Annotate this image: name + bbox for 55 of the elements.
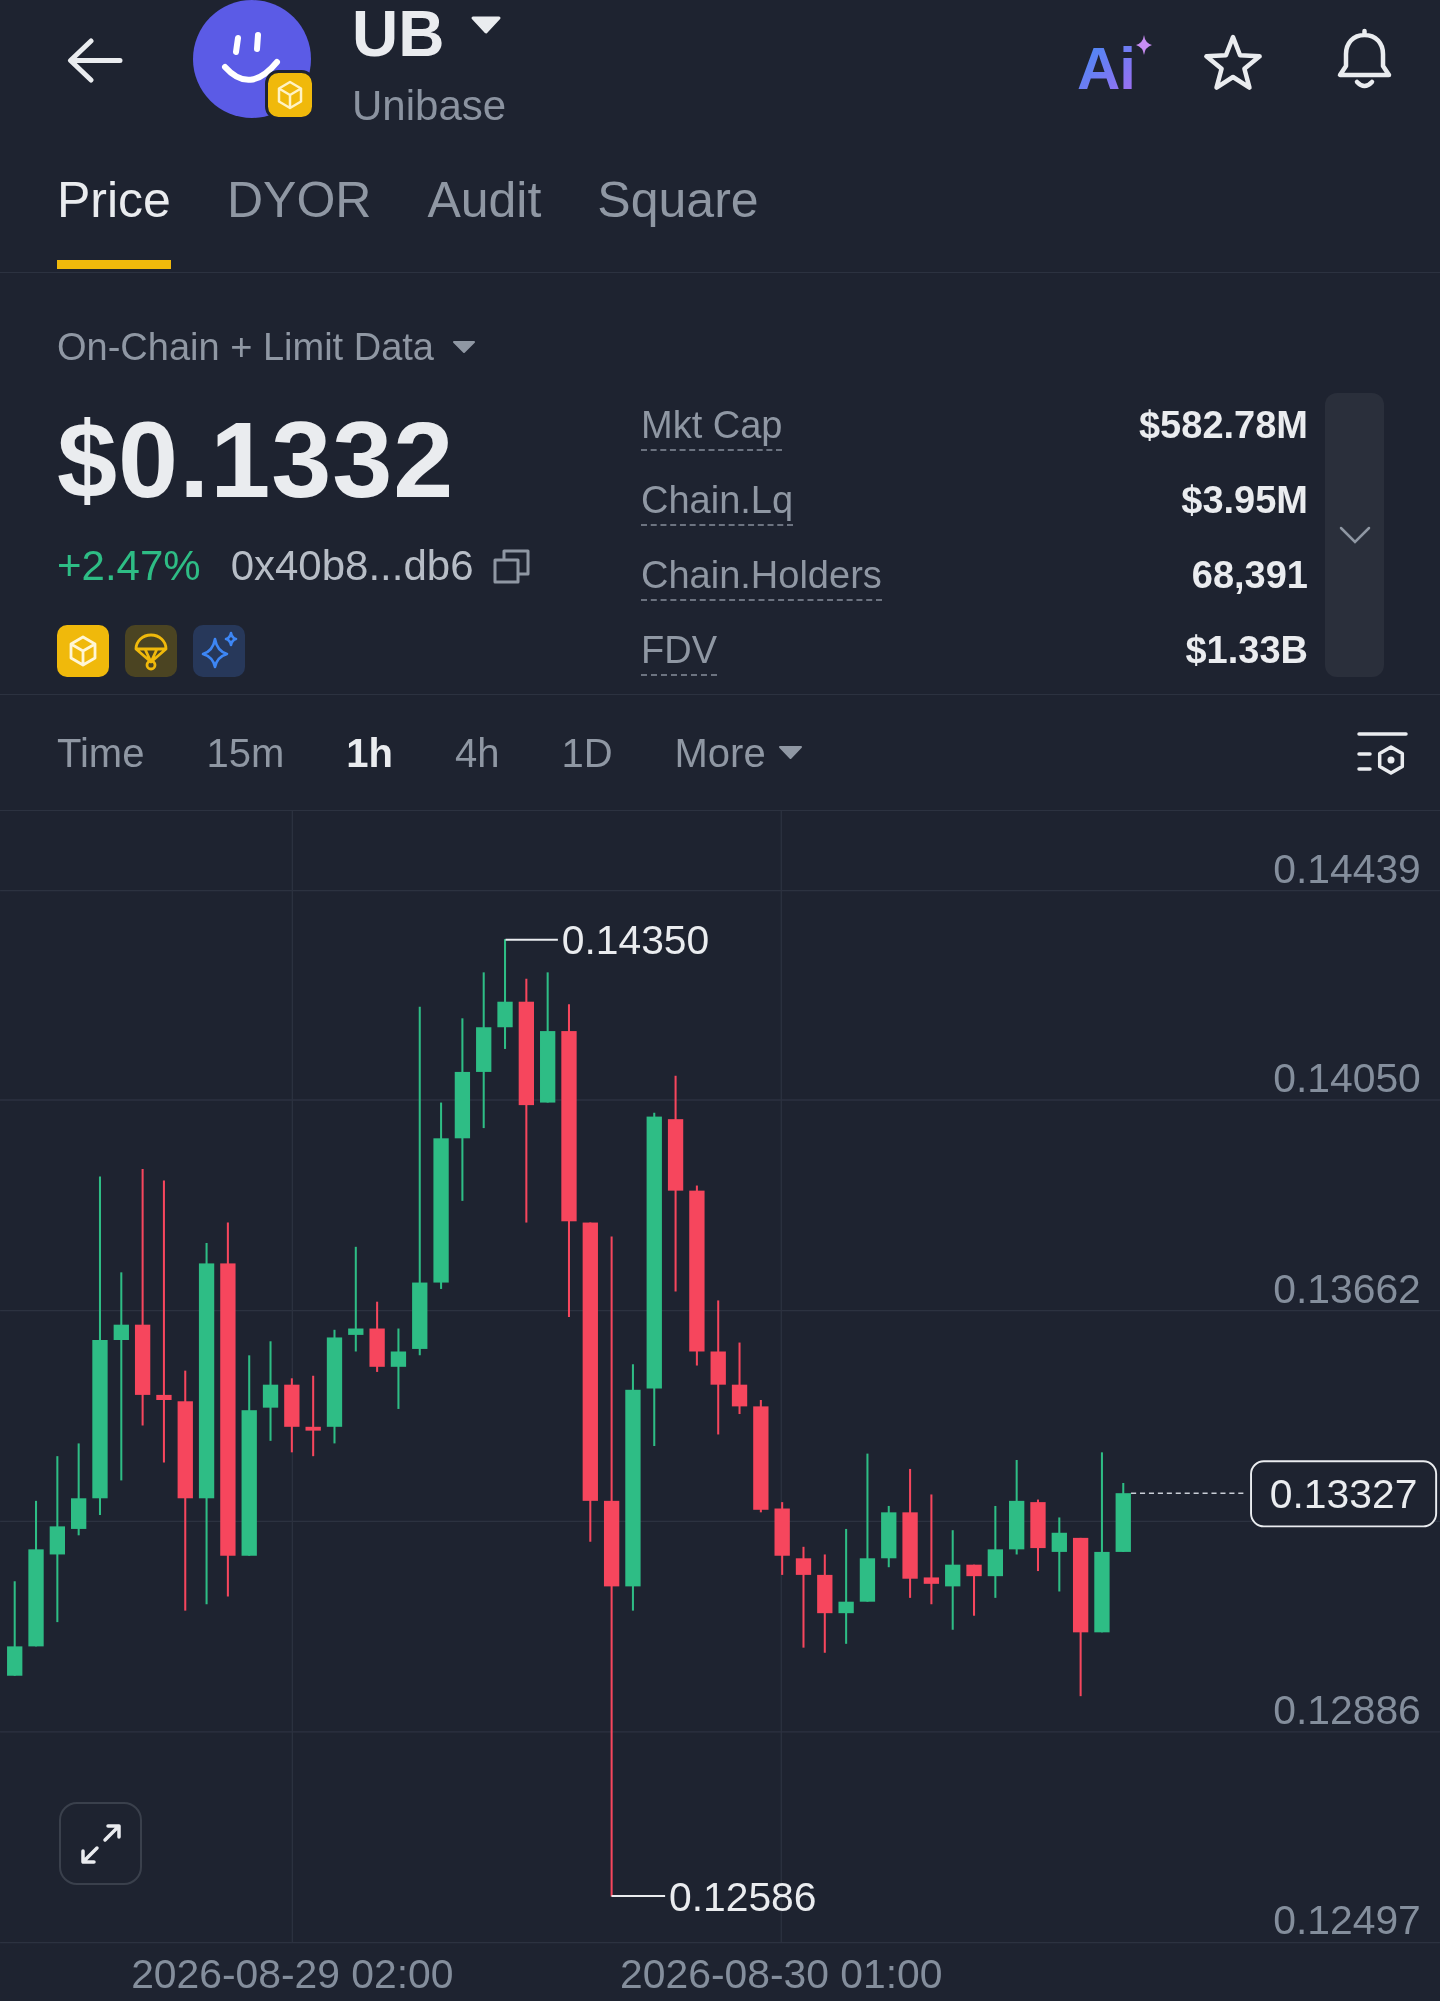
interval-option[interactable]: 15m [206, 728, 285, 777]
low-price-label: 0.12586 [668, 1873, 817, 1920]
leader-line [504, 938, 559, 941]
last-price-tag: 0.13327 [1250, 1460, 1438, 1528]
price-axis-label: 0.14439 [1273, 846, 1421, 892]
price-value: $0.1332 [57, 400, 456, 520]
stat-value: $3.95M [1181, 477, 1308, 522]
candlestick [369, 1301, 385, 1372]
time-axis-label: 2026-08-30 01:00 [620, 1951, 943, 1998]
chevron-down-icon [1338, 526, 1371, 544]
star-icon[interactable] [1202, 33, 1264, 93]
price-axis-label: 0.14050 [1273, 1055, 1421, 1102]
stat-label[interactable]: FDV [641, 623, 717, 676]
tab[interactable]: Audit [427, 170, 542, 269]
diagonal-arrows-icon [78, 1821, 123, 1866]
stat-value: $582.78M [1139, 402, 1308, 447]
stat-label[interactable]: Mkt Cap [641, 398, 783, 451]
stat-label[interactable]: Chain.Holders [641, 548, 882, 601]
interval-option[interactable]: Time [57, 728, 145, 777]
contract-address: 0x40b8...db6 [230, 541, 474, 591]
interval-option[interactable]: 1h [346, 728, 393, 777]
tab[interactable]: DYOR [226, 170, 372, 269]
cube-badge-icon[interactable] [57, 625, 109, 677]
candlestick [881, 1505, 897, 1568]
copy-icon[interactable] [491, 548, 531, 584]
tab[interactable]: Square [597, 170, 759, 269]
price-axis-label: 0.12886 [1273, 1687, 1421, 1734]
candlestick [966, 1564, 982, 1616]
stat-value: 68,391 [1191, 552, 1308, 597]
token-selector[interactable]: UB [352, 2, 503, 66]
data-source-dropdown[interactable]: On-Chain + Limit Data [57, 324, 476, 370]
price-change: +2.47% [57, 541, 201, 591]
token-name: Unibase [352, 85, 507, 127]
price-axis-label: 0.12497 [1273, 1896, 1421, 1943]
back-arrow-icon[interactable] [66, 38, 123, 83]
caret-down-icon [470, 15, 503, 35]
leader-line [610, 1895, 667, 1897]
interval-option[interactable]: 1D [561, 728, 613, 777]
interval-option[interactable]: 4h [454, 728, 500, 777]
stat-label[interactable]: Chain.Lq [641, 473, 794, 526]
price-axis-label: 0.13662 [1273, 1266, 1421, 1312]
sparkle-icon [1136, 35, 1152, 55]
candlestick [1115, 1483, 1131, 1552]
caret-down-icon [452, 340, 476, 354]
time-axis-label: 2026-08-29 02:00 [131, 1951, 454, 1998]
sparkle-badge-icon[interactable] [193, 625, 245, 677]
fullscreen-button[interactable] [59, 1802, 142, 1885]
cube-badge-icon [265, 70, 315, 120]
stat-value: $1.33B [1185, 627, 1308, 672]
settings-icon[interactable] [1356, 730, 1409, 775]
high-price-label: 0.14350 [561, 917, 710, 964]
interval-dropdown[interactable]: More [674, 728, 803, 777]
caret-down-icon [777, 745, 803, 760]
parachute-badge-icon[interactable] [125, 625, 177, 677]
tab[interactable]: Price [57, 170, 171, 269]
